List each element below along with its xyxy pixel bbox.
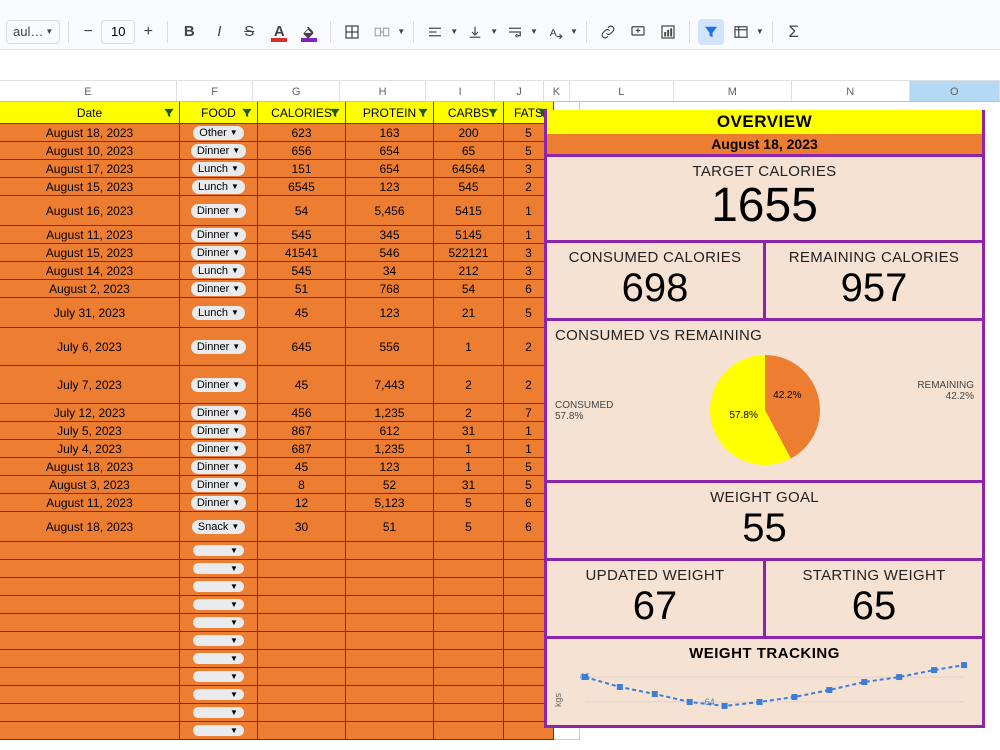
font-size-group: − 10 + [77,20,159,44]
food-chip[interactable]: ▼ [193,653,244,664]
col-hdr-L[interactable]: L [570,81,674,101]
filter-button[interactable] [698,19,724,45]
text-wrap-button[interactable] [502,19,528,45]
dashboard: OVERVIEW August 18, 2023 TARGET CALORIES… [544,110,985,728]
insert-link-button[interactable] [595,19,621,45]
food-chip[interactable]: Dinner▼ [191,424,246,438]
fill-color-button[interactable] [296,19,322,45]
col-hdr-F[interactable]: F [177,81,254,101]
food-chip[interactable]: Other▼ [193,126,243,140]
food-chip[interactable]: ▼ [193,581,244,592]
col-hdr-O[interactable]: O [910,81,1000,101]
italic-button[interactable]: I [206,19,232,45]
food-chip[interactable]: Lunch▼ [192,162,245,176]
food-chip[interactable]: ▼ [193,599,244,610]
hdr-food[interactable]: FOOD [180,102,258,124]
food-chip[interactable]: ▼ [193,725,244,736]
starting-weight-card: STARTING WEIGHT 65 [766,561,982,636]
style-combo[interactable]: aul…▼ [6,20,60,44]
column-headers: E F G H I J K L M N O [0,80,1000,102]
food-chip[interactable]: Lunch▼ [192,180,245,194]
food-chip[interactable]: ▼ [193,689,244,700]
food-chip[interactable]: Dinner▼ [191,144,246,158]
col-hdr-M[interactable]: M [674,81,792,101]
food-chip[interactable]: Dinner▼ [191,442,246,456]
consumed-calories-card: CONSUMED CALORIES 698 [547,243,763,318]
functions-button[interactable]: Σ [781,19,807,45]
food-chip[interactable]: Dinner▼ [191,228,246,242]
food-chip[interactable]: Dinner▼ [191,460,246,474]
food-chip[interactable]: ▼ [193,617,244,628]
food-chip[interactable]: ▼ [193,671,244,682]
overview-title: OVERVIEW [547,110,982,134]
food-chip[interactable]: ▼ [193,545,244,556]
horizontal-align-button[interactable] [422,19,448,45]
food-chip[interactable]: ▼ [193,707,244,718]
insert-chart-button[interactable] [655,19,681,45]
filter-icon[interactable] [162,106,176,120]
increase-font-button[interactable]: + [137,21,159,43]
food-chip[interactable]: Lunch▼ [192,264,245,278]
food-chip[interactable]: Dinner▼ [191,406,246,420]
food-chip[interactable]: Snack▼ [192,520,246,534]
toolbar: aul…▼ − 10 + B I S A ▼ ▼ ▼ ▼ A▼ ▼ Σ [0,14,1000,50]
food-chip[interactable]: ▼ [193,563,244,574]
merge-cells-button[interactable] [369,19,395,45]
filter-icon[interactable] [416,106,430,120]
hdr-date[interactable]: Date [0,102,180,124]
font-size-input[interactable]: 10 [101,20,135,44]
food-chip[interactable]: Dinner▼ [191,378,246,392]
vertical-align-button[interactable] [462,19,488,45]
food-chip[interactable]: Dinner▼ [191,496,246,510]
merge-dropdown[interactable]: ▼ [397,27,405,36]
hdr-protein[interactable]: PROTEIN [346,102,434,124]
decrease-font-button[interactable]: − [77,21,99,43]
weight-goal-card: WEIGHT GOAL 55 [547,483,982,558]
food-chip[interactable]: ▼ [193,635,244,646]
filter-views-button[interactable] [728,19,754,45]
remaining-calories-card: REMAINING CALORIES 957 [766,243,982,318]
food-chip[interactable]: Dinner▼ [191,478,246,492]
pie-consumed-label: CONSUMED57.8% [555,400,613,422]
hdr-calories[interactable]: CALORIES [258,102,346,124]
col-hdr-K[interactable]: K [544,81,570,101]
pie-remaining-label: REMAINING42.2% [917,380,974,402]
col-hdr-E[interactable]: E [0,81,177,101]
updated-weight-card: UPDATED WEIGHT 67 [547,561,763,636]
col-hdr-G[interactable]: G [253,81,339,101]
strikethrough-button[interactable]: S [236,19,262,45]
svg-text:64: 64 [705,697,715,707]
filter-icon[interactable] [486,106,500,120]
filter-icon[interactable] [240,106,254,120]
col-hdr-J[interactable]: J [495,81,544,101]
overview-date: August 18, 2023 [547,134,982,154]
text-rotation-button[interactable]: A [542,19,568,45]
borders-button[interactable] [339,19,365,45]
food-chip[interactable]: Lunch▼ [192,306,245,320]
weight-tracking-card: WEIGHT TRACKING kgs 65 64 [547,639,982,725]
insert-comment-button[interactable] [625,19,651,45]
bold-button[interactable]: B [176,19,202,45]
food-chip[interactable]: Dinner▼ [191,282,246,296]
food-chip[interactable]: Dinner▼ [191,246,246,260]
food-chip[interactable]: Dinner▼ [191,340,246,354]
target-calories-card: TARGET CALORIES 1655 [547,157,982,240]
col-hdr-I[interactable]: I [426,81,495,101]
svg-text:kgs: kgs [555,692,563,706]
col-hdr-H[interactable]: H [340,81,426,101]
text-color-button[interactable]: A [266,19,292,45]
food-chip[interactable]: Dinner▼ [191,204,246,218]
filter-icon[interactable] [328,106,342,120]
svg-text:A: A [550,26,557,38]
pie-chart-card: CONSUMED VS REMAINING CONSUMED57.8% 57.8… [547,321,982,480]
pie-chart: 57.8% 42.2% [710,355,820,465]
weight-tracking-chart: kgs 65 64 [555,662,974,722]
hdr-carbs[interactable]: CARBS [434,102,504,124]
col-hdr-N[interactable]: N [792,81,910,101]
